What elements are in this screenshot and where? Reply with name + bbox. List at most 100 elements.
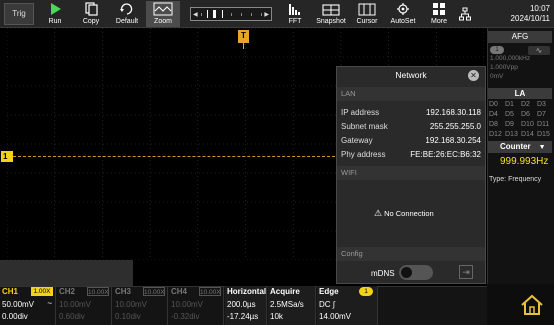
ch3-offset: 0.10div [115,312,141,321]
counter-type: Type: Frequency [489,176,542,183]
afg-header[interactable]: AFG [488,31,552,43]
wifi-status: ⚠ No Connection [374,208,434,219]
horizontal-title: Horizontal [227,287,267,296]
phy-label: Phy address [341,150,386,159]
ch2-status[interactable]: CH2 10.00X 10.00mV 0.60div [57,286,112,325]
la-channel-d12[interactable]: D12 [489,130,505,139]
counter-value: 999.993Hz [500,156,549,167]
clock: 10:07 2024/10/11 [511,4,550,24]
top-toolbar: Trig Run Copy Default Zoom ◀ ▶ FFT Snaps… [0,0,554,28]
ip-label: IP address [341,108,380,117]
subnet-label: Subnet mask [341,122,388,131]
gateway-row: Gateway 192.168.30.254 [341,136,481,146]
clock-time: 10:07 [529,4,550,13]
horizontal-status[interactable]: Horizontal 200.0µs -17.24µs [225,286,267,325]
lan-section-header: LAN [337,87,485,101]
la-channel-d4[interactable]: D4 [489,110,505,119]
zoom-button[interactable]: Zoom [146,1,180,27]
counter-title: Counter [500,142,531,151]
ch1-trace [13,156,335,157]
ch4-scale: 10.00mV [171,300,204,309]
gateway-label: Gateway [341,136,373,145]
home-icon[interactable] [514,286,550,322]
autoset-button[interactable]: AutoSet [386,1,420,27]
la-channel-d6[interactable]: D6 [521,110,537,119]
exit-icon[interactable]: ⇥ [459,265,473,279]
ch1-label: CH1 [2,287,19,296]
phy-address-row: Phy address FE:BE:26:EC:B6:32 [341,150,481,160]
ch2-probe: 10.00X [87,287,109,296]
snapshot-button[interactable]: Snapshot [314,1,348,27]
oscilloscope-screen: Trig Run Copy Default Zoom ◀ ▶ FFT Snaps… [0,0,554,325]
edge-slope: DC ∫ [319,300,335,309]
la-channel-d8[interactable]: D8 [489,120,505,129]
left-overlay-panel [0,260,133,286]
la-channel-d14[interactable]: D14 [521,130,537,139]
ch1-status[interactable]: CH1 1.00X 50.00mV ~ 0.00div [0,286,56,325]
ch2-offset: 0.60div [59,312,85,321]
autoset-icon [397,3,409,15]
afg-frequency: 1.000,000kHz [490,55,531,62]
snapshot-icon [322,4,340,16]
copy-icon [85,2,98,16]
ch4-probe: 10.00X [199,287,221,296]
copy-button[interactable]: Copy [74,1,108,27]
la-channel-d9[interactable]: D9 [505,120,521,129]
close-icon[interactable]: ✕ [468,70,479,81]
reset-icon [120,3,133,15]
la-channel-d10[interactable]: D10 [521,120,537,129]
acquire-rate: 2.5MSa/s [270,300,304,309]
phy-value: FE:BE:26:EC:B6:32 [410,150,481,159]
warning-icon: ⚠ [374,208,383,218]
slider-marker [213,10,216,18]
sine-wave-icon: ∿ [528,46,550,55]
cursor-icon [358,3,376,16]
ch1-coupling: ~ [47,299,52,308]
ch1-scale: 50.00mV [2,300,35,309]
counter-header[interactable]: Counter ▼ [488,141,552,153]
ch3-status[interactable]: CH3 10.00X 10.00mV 0.10div [113,286,168,325]
la-channel-d1[interactable]: D1 [505,100,521,109]
trigger-position-marker[interactable]: T [238,30,249,43]
more-button[interactable]: More [422,1,456,27]
ch4-label: CH4 [171,287,188,296]
la-channel-d11[interactable]: D11 [537,120,553,129]
ch2-scale: 10.00mV [59,300,92,309]
ch4-status[interactable]: CH4 10.00X 10.00mV -0.32div [169,286,224,325]
la-channel-d3[interactable]: D3 [537,100,553,109]
network-icon[interactable] [459,7,471,21]
ip-value: 192.168.30.118 [425,108,481,117]
edge-source-badge: 1 [359,287,373,296]
fft-icon [289,4,300,15]
acquire-title: Acquire [270,287,300,296]
gateway-value: 192.168.30.254 [425,136,481,145]
la-channel-d2[interactable]: D2 [521,100,537,109]
ch4-offset: -0.32div [171,312,200,321]
la-header[interactable]: LA [488,88,552,99]
la-channel-d13[interactable]: D13 [505,130,521,139]
default-button[interactable]: Default [110,1,144,27]
mdns-toggle[interactable] [399,265,433,280]
config-section-header: Config [337,247,485,261]
fft-button[interactable]: FFT [278,1,312,27]
cursor-button[interactable]: Cursor [350,1,384,27]
afg-amplitude: 1.000Vpp [490,64,518,71]
chevron-down-icon: ▼ [538,144,546,151]
la-channel-grid[interactable]: D0 D1 D2 D3 D4 D5 D6 D7 D8 D9 D10 D11 D12 D13 D14 D15 [489,100,553,139]
trig-button[interactable]: Trig [4,3,34,25]
afg-channel-badge: 1 [490,46,504,54]
slider-right-arrow-icon: ▶ [264,12,269,18]
subnet-mask-row: Subnet mask 255.255.255.0 [341,122,481,132]
acquire-status[interactable]: Acquire 2.5MSa/s 10k [268,286,316,325]
ch1-offset-marker[interactable]: 1 [1,151,13,162]
la-channel-d15[interactable]: D15 [537,130,553,139]
zoom-icon [153,2,173,16]
la-channel-d7[interactable]: D7 [537,110,553,119]
timebase-position-slider[interactable]: ◀ ▶ [190,7,272,21]
edge-title: Edge [319,287,339,296]
wifi-status-text: No Connection [384,209,434,218]
la-channel-d5[interactable]: D5 [505,110,521,119]
run-button[interactable]: Run [38,1,72,27]
la-channel-d0[interactable]: D0 [489,100,505,109]
more-icon [433,3,445,15]
